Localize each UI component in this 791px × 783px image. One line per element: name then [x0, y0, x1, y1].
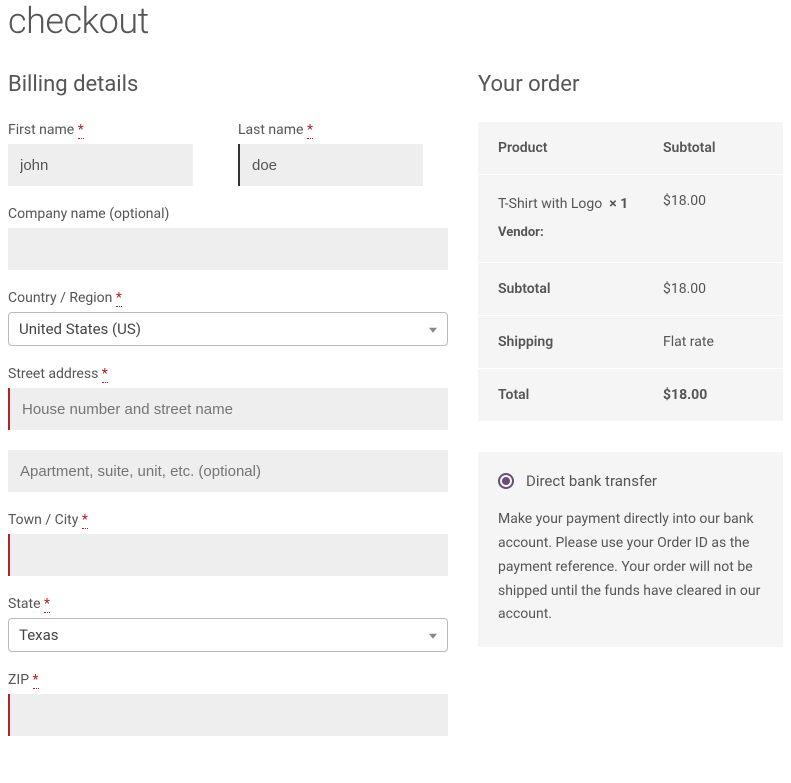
- shipping-value: Flat rate: [663, 334, 763, 350]
- required-mark: *: [116, 290, 122, 307]
- order-item-vendor-label: Vendor:: [498, 223, 663, 244]
- state-select-value: Texas: [19, 626, 59, 644]
- payment-option-bank-transfer[interactable]: Direct bank transfer: [498, 472, 763, 490]
- required-mark: *: [82, 512, 88, 529]
- subtotal-header: Subtotal: [663, 140, 763, 156]
- required-mark: *: [33, 672, 39, 689]
- product-header: Product: [498, 140, 663, 156]
- state-select[interactable]: Texas: [8, 618, 448, 652]
- payment-description: Make your payment directly into our bank…: [498, 508, 763, 627]
- street2-input[interactable]: [8, 450, 448, 492]
- order-item-qty: × 1: [609, 196, 628, 212]
- radio-icon: [498, 473, 514, 489]
- required-mark: *: [102, 366, 108, 383]
- first-name-input[interactable]: [8, 144, 193, 186]
- last-name-input[interactable]: [238, 144, 423, 186]
- first-name-label: First name *: [8, 122, 193, 138]
- required-mark: *: [78, 122, 84, 139]
- payment-option-label: Direct bank transfer: [526, 472, 657, 490]
- company-label: Company name (optional): [8, 206, 448, 222]
- billing-section: Billing details First name * Last name *…: [8, 72, 448, 756]
- payment-box: Direct bank transfer Make your payment d…: [478, 452, 783, 647]
- state-label: State *: [8, 596, 448, 612]
- order-header-row: Product Subtotal: [478, 122, 783, 175]
- order-shipping-row: Shipping Flat rate: [478, 316, 783, 369]
- street-label: Street address *: [8, 366, 448, 382]
- total-label: Total: [498, 387, 663, 403]
- city-label: Town / City *: [8, 512, 448, 528]
- zip-input[interactable]: [8, 694, 448, 736]
- order-section: Your order Product Subtotal T-Shirt with…: [478, 72, 783, 756]
- order-subtotal-row: Subtotal $18.00: [478, 263, 783, 316]
- page-title: checkout: [8, 0, 783, 42]
- order-total-row: Total $18.00: [478, 369, 783, 422]
- country-select[interactable]: United States (US): [8, 312, 448, 346]
- order-item-subtotal: $18.00: [663, 193, 763, 244]
- country-label: Country / Region *: [8, 290, 448, 306]
- required-mark: *: [307, 122, 313, 139]
- order-table: Product Subtotal T-Shirt with Logo × 1 V…: [478, 122, 783, 422]
- order-item-row: T-Shirt with Logo × 1 Vendor: $18.00: [478, 175, 783, 263]
- billing-heading: Billing details: [8, 72, 448, 97]
- last-name-label: Last name *: [238, 122, 423, 138]
- subtotal-label: Subtotal: [498, 281, 663, 297]
- order-item-name: T-Shirt with Logo: [498, 196, 602, 212]
- subtotal-value: $18.00: [663, 281, 763, 297]
- city-input[interactable]: [8, 534, 448, 576]
- company-input[interactable]: [8, 228, 448, 270]
- zip-label: ZIP *: [8, 672, 448, 688]
- country-select-value: United States (US): [19, 320, 141, 338]
- total-value: $18.00: [663, 387, 763, 403]
- street-input[interactable]: [8, 388, 448, 430]
- shipping-label: Shipping: [498, 334, 663, 350]
- required-mark: *: [44, 596, 50, 613]
- order-heading: Your order: [478, 72, 783, 97]
